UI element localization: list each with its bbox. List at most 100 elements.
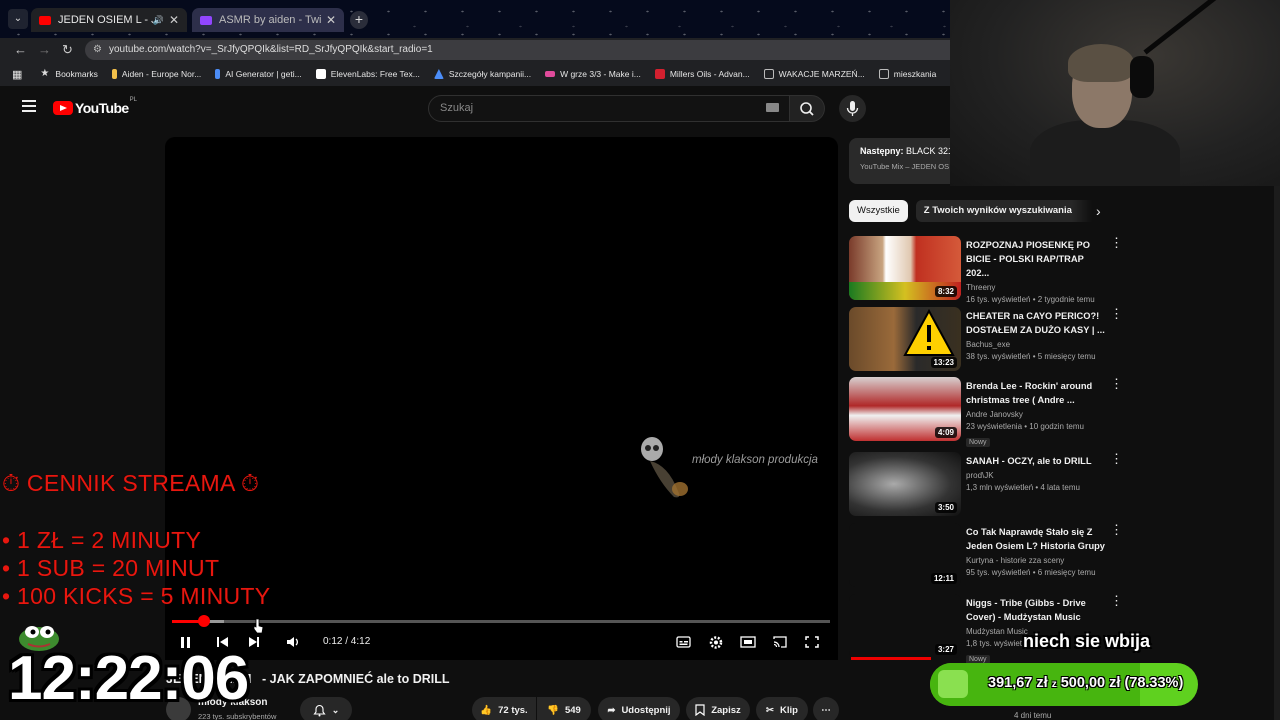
more-vertical-icon[interactable]: ⋮ bbox=[1110, 594, 1123, 607]
menu-icon[interactable] bbox=[22, 100, 36, 112]
dislike-count: 549 bbox=[564, 704, 581, 716]
streamer-body bbox=[1030, 120, 1180, 186]
video-title: ROZPOZNAJ PIOSENKĘ PO BICIE - POLSKI RAP… bbox=[966, 240, 1090, 278]
chip-from-search[interactable]: Z Twoich wyników wyszukiwania bbox=[915, 200, 1080, 222]
site-info-icon[interactable]: ⚙ bbox=[93, 40, 102, 60]
notifications-button[interactable]: ⌄ bbox=[300, 697, 352, 720]
bell-icon bbox=[313, 704, 326, 716]
video-duration: 12:11 bbox=[930, 573, 957, 584]
video-thumbnail[interactable]: 8:32 bbox=[849, 236, 961, 300]
video-player[interactable] bbox=[165, 137, 838, 660]
page-scrollbar[interactable] bbox=[1274, 186, 1280, 720]
bookmark-favicon-icon bbox=[111, 69, 117, 79]
bookmark-item[interactable]: ★ Bookmarks bbox=[40, 69, 98, 80]
more-vertical-icon[interactable]: ⋮ bbox=[1110, 523, 1123, 536]
youtube-header: YouTube PL Szukaj bbox=[0, 86, 950, 132]
video-channel: Andre Janovsky bbox=[966, 410, 1023, 419]
close-tab-icon[interactable]: ✕ bbox=[169, 13, 179, 27]
clip-button[interactable]: ✂ Klip bbox=[756, 697, 808, 720]
tab-search-button[interactable]: ⌄ bbox=[8, 9, 28, 29]
bookmark-favicon-icon bbox=[433, 69, 444, 79]
more-vertical-icon[interactable]: ⋮ bbox=[1110, 452, 1123, 465]
bookmark-item[interactable]: Aiden - Europe Nor... bbox=[111, 69, 201, 79]
video-duration: 4:09 bbox=[934, 427, 957, 438]
video-title: Brenda Lee - Rockin' around christmas tr… bbox=[966, 381, 1093, 405]
video-stats: 1,3 mln wyświetleń • 4 lata temu bbox=[966, 483, 1080, 492]
save-button[interactable]: Zapisz bbox=[686, 697, 750, 720]
time-display: 0:12 / 4:12 bbox=[323, 636, 371, 647]
bookmark-item[interactable]: AI Generator | geti... bbox=[215, 69, 302, 79]
dislike-button[interactable]: 👎 549 bbox=[537, 697, 591, 720]
search-input[interactable]: Szukaj bbox=[428, 95, 790, 122]
youtube-logo[interactable]: YouTube PL bbox=[53, 97, 137, 116]
reload-icon[interactable]: ↻ bbox=[62, 42, 73, 58]
like-button[interactable]: 👍 72 tys. bbox=[472, 697, 536, 720]
tab-title: JEDEN OSIEM L - JAK ZAPO bbox=[58, 14, 153, 26]
thumbs-up-icon: 👍 bbox=[480, 704, 493, 716]
bookmark-favicon-icon bbox=[654, 69, 665, 79]
more-vertical-icon[interactable]: ⋮ bbox=[1110, 377, 1123, 390]
up-next-subtitle: YouTube Mix – JEDEN OS bbox=[860, 162, 950, 171]
scrubber-handle[interactable] bbox=[197, 615, 210, 627]
progress-bar[interactable] bbox=[172, 615, 830, 627]
subtitles-icon[interactable] bbox=[676, 635, 692, 651]
speaker-icon[interactable]: 🔊 bbox=[153, 15, 164, 26]
up-next-panel[interactable]: Następny: BLACK 321 YouTube Mix – JEDEN … bbox=[849, 138, 950, 184]
close-tab-icon[interactable]: ✕ bbox=[326, 13, 336, 27]
address-bar[interactable]: ⚙ youtube.com/watch?v=_SrJfyQPQIk&list=R… bbox=[85, 40, 950, 60]
chevron-right-icon[interactable]: › bbox=[1096, 203, 1101, 219]
keyboard-icon[interactable] bbox=[766, 103, 779, 112]
apps-grid-icon[interactable]: ▦ bbox=[12, 68, 22, 81]
goal-percent: (78.33%) bbox=[1124, 675, 1184, 691]
video-thumbnail[interactable]: 4:09 bbox=[849, 377, 961, 441]
bookmark-item[interactable]: W grze 3/3 - Make i... bbox=[545, 69, 641, 79]
video-thumbnail[interactable]: 12:11 bbox=[849, 523, 961, 587]
video-thumbnail[interactable]: 3:50 bbox=[849, 452, 961, 516]
tab-twitch[interactable]: ASMR by aiden - Twitch ✕ bbox=[192, 8, 344, 32]
video-duration: 8:32 bbox=[934, 286, 957, 297]
tab-youtube[interactable]: JEDEN OSIEM L - JAK ZAPO 🔊 ✕ bbox=[31, 8, 187, 32]
settings-gear-icon[interactable] bbox=[708, 635, 724, 651]
cast-icon[interactable] bbox=[772, 635, 788, 651]
bookmark-item[interactable]: Szczegóły kampanii... bbox=[433, 69, 531, 79]
bookmark-item[interactable]: Millers Oils - Advan... bbox=[654, 69, 750, 79]
up-next-title: BLACK 321 bbox=[906, 146, 950, 156]
bookmark-item[interactable]: mieszkania bbox=[878, 69, 936, 79]
miniplayer-icon[interactable] bbox=[740, 635, 756, 651]
more-vertical-icon[interactable]: ⋮ bbox=[1110, 307, 1123, 320]
more-vertical-icon[interactable]: ⋮ bbox=[1110, 236, 1123, 249]
volume-icon[interactable] bbox=[286, 635, 300, 651]
next-icon[interactable] bbox=[247, 635, 261, 651]
url-text: youtube.com/watch?v=_SrJfyQPQIk&list=RD_… bbox=[109, 44, 433, 55]
new-badge: Nowy bbox=[966, 438, 990, 447]
watch-progress-bar bbox=[851, 657, 931, 660]
goal-target: 500,00 zł bbox=[1060, 675, 1121, 691]
video-title: SANAH - OCZY, ale to DRILL bbox=[966, 456, 1092, 466]
fullscreen-icon[interactable] bbox=[804, 635, 820, 651]
microphone-icon bbox=[846, 101, 859, 116]
voice-search-button[interactable] bbox=[839, 95, 866, 122]
video-thumbnail[interactable]: 3:27 bbox=[849, 594, 961, 658]
bookmark-label: AI Generator | geti... bbox=[225, 69, 302, 79]
more-horizontal-icon: ⋯ bbox=[821, 704, 831, 716]
chat-message: niech sie wbija bbox=[1023, 631, 1151, 651]
more-actions-button[interactable]: ⋯ bbox=[813, 697, 839, 720]
forward-arrow-icon[interactable]: → bbox=[38, 42, 51, 57]
goal-current: 391,67 zł bbox=[988, 675, 1048, 691]
video-thumbnail[interactable]: 13:23 bbox=[849, 307, 961, 371]
subscriber-count: 223 tys. subskrybentów bbox=[198, 712, 277, 720]
chip-all[interactable]: Wszystkie bbox=[849, 200, 908, 222]
donation-goal-text: 391,67 zł z 500,00 zł (78.33%) bbox=[988, 675, 1183, 691]
back-arrow-icon[interactable]: ← bbox=[14, 42, 27, 57]
bookmark-item[interactable]: WAKACJE MARZEŃ... bbox=[763, 69, 865, 79]
thumbs-down-icon: 👎 bbox=[547, 704, 559, 716]
goal-separator: z bbox=[1051, 679, 1057, 690]
logo-country: PL bbox=[129, 97, 137, 103]
new-tab-button[interactable]: + bbox=[350, 11, 368, 29]
share-button[interactable]: ➦ Udostępnij bbox=[598, 697, 680, 720]
folder-icon bbox=[878, 69, 889, 79]
search-button[interactable] bbox=[790, 95, 825, 122]
logo-text: YouTube bbox=[75, 100, 129, 116]
bookmark-item[interactable]: ElevenLabs: Free Tex... bbox=[315, 69, 420, 79]
bookmark-label: WAKACJE MARZEŃ... bbox=[778, 69, 865, 79]
